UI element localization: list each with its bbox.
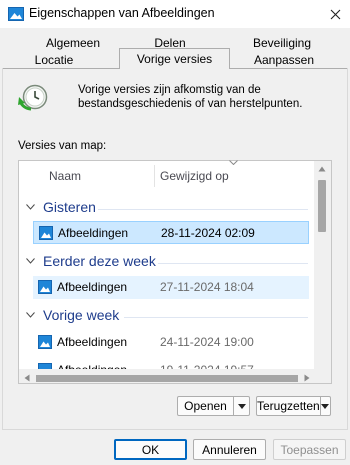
horizontal-scroll-thumb[interactable]	[36, 375, 298, 382]
group-divider	[124, 317, 308, 318]
cancel-button[interactable]: Annuleren	[193, 439, 266, 460]
tab-previous-versions[interactable]: Vorige versies	[119, 48, 230, 69]
vertical-scroll-thumb[interactable]	[318, 180, 326, 232]
item-date: 28-11-2024 02:09	[161, 226, 255, 240]
column-header-name[interactable]: Naam	[49, 169, 81, 183]
group-header-earlier-this-week[interactable]: Eerder deze week	[26, 253, 156, 269]
close-button[interactable]	[320, 0, 350, 28]
versions-label: Versies van map:	[18, 140, 107, 152]
group-header-yesterday[interactable]: Gisteren	[26, 199, 96, 215]
item-name: Afbeeldingen	[57, 280, 128, 294]
open-split-button[interactable]: Openen	[177, 396, 250, 416]
pictures-folder-icon	[38, 335, 52, 349]
tab-customize[interactable]: Aanpassen	[236, 52, 332, 68]
tab-general[interactable]: Algemeen	[28, 35, 118, 51]
sort-down-icon	[229, 160, 238, 165]
intro-text: Vorige versies zijn afkomstig van de bes…	[78, 84, 303, 110]
column-separator	[154, 165, 155, 187]
restore-button[interactable]: Terugzetten	[257, 397, 320, 415]
group-divider	[158, 263, 308, 264]
window-title: Eigenschappen van Afbeeldingen	[29, 6, 215, 20]
pictures-folder-icon	[38, 280, 52, 294]
item-date: 27-11-2024 18:04	[160, 280, 254, 294]
column-header-modified[interactable]: Gewijzigd op	[160, 169, 229, 183]
close-icon	[330, 9, 340, 19]
chevron-down-icon	[26, 312, 35, 318]
group-label: Eerder deze week	[43, 253, 156, 269]
group-label: Gisteren	[43, 199, 96, 215]
scroll-up-icon[interactable]	[318, 166, 326, 172]
tab-security[interactable]: Beveiliging	[228, 35, 336, 51]
dropdown-arrow-icon	[321, 403, 330, 409]
ok-button[interactable]: OK	[114, 439, 187, 460]
open-dropdown[interactable]	[233, 397, 249, 415]
restore-split-button[interactable]: Terugzetten	[256, 396, 331, 416]
scroll-right-icon[interactable]	[304, 374, 310, 382]
pictures-folder-icon	[8, 7, 24, 21]
item-date: 24-11-2024 19:00	[160, 335, 254, 349]
scroll-left-icon[interactable]	[24, 374, 30, 382]
list-item[interactable]: Afbeeldingen 27-11-2024 18:04	[33, 276, 309, 299]
list-item[interactable]: Afbeeldingen 28-11-2024 02:09	[33, 221, 309, 244]
restore-dropdown[interactable]	[319, 397, 330, 415]
open-button[interactable]: Openen	[178, 397, 233, 415]
restore-clock-icon	[18, 84, 48, 111]
group-label: Vorige week	[43, 307, 120, 323]
group-header-last-week[interactable]: Vorige week	[26, 307, 119, 323]
apply-button[interactable]: Toepassen	[273, 439, 346, 460]
list-item[interactable]: Afbeeldingen 24-11-2024 19:00	[33, 331, 309, 354]
group-divider	[98, 209, 308, 210]
dropdown-arrow-icon	[237, 403, 246, 409]
chevron-down-icon	[26, 258, 35, 264]
item-name: Afbeeldingen	[57, 335, 128, 349]
tab-location[interactable]: Locatie	[18, 52, 90, 68]
item-name: Afbeeldingen	[58, 226, 129, 240]
pictures-folder-icon	[39, 226, 53, 240]
chevron-down-icon	[26, 204, 35, 210]
